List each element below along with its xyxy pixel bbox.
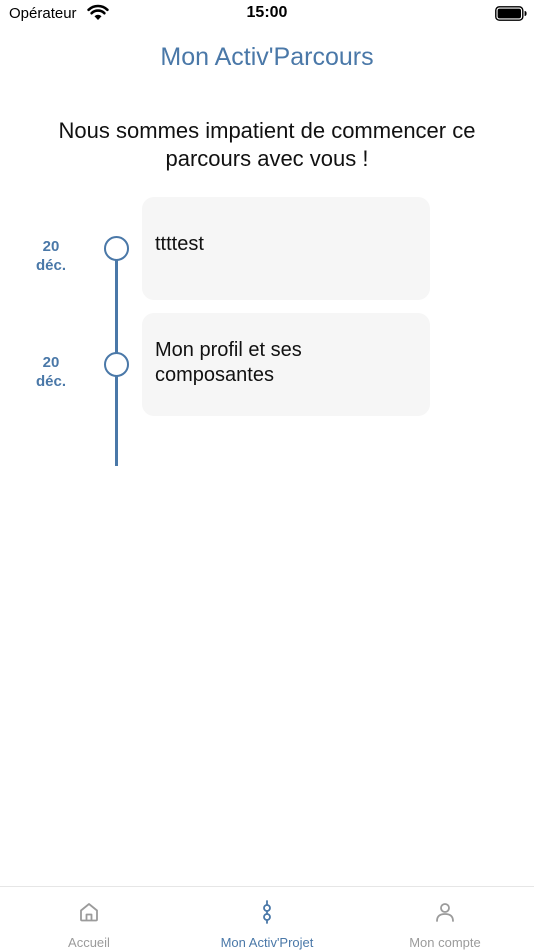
intro-text: Nous sommes impatient de commencer ce pa… [58, 118, 476, 171]
status-time: 15:00 [246, 4, 288, 21]
home-icon [80, 903, 98, 922]
screen: Opérateur 15:00 Mon Activ'Parcours Nous … [0, 0, 534, 950]
battery-icon [495, 6, 527, 21]
step-title: Mon profil et ses composantes [155, 339, 302, 386]
timeline-node-circle [104, 236, 129, 261]
step-card[interactable]: ttttest [142, 197, 430, 300]
step-card[interactable]: Mon profil et ses composantes [142, 313, 430, 416]
tab-label: Accueil [68, 935, 110, 950]
tab-accueil[interactable]: Accueil [0, 887, 178, 950]
step-date-month: déc. [35, 373, 66, 390]
step-title: ttttest [155, 233, 204, 255]
user-icon [436, 903, 454, 922]
step-date: 20 déc. [24, 237, 78, 275]
step-date: 20 déc. [24, 353, 78, 391]
step-date-month: déc. [35, 257, 66, 274]
status-bar: Opérateur 15:00 [0, 0, 534, 30]
path-icon [263, 900, 271, 924]
tab-label: Mon Activ'Projet [220, 935, 314, 950]
tab-mon-compte[interactable]: Mon compte [356, 887, 534, 950]
timeline-node-circle [104, 352, 129, 377]
step-date-day: 20 [42, 354, 60, 371]
tab-mon-activ-projet[interactable]: Mon Activ'Projet [178, 887, 356, 950]
tab-bar: Accueil Mon Activ'Projet Mon compte [0, 886, 534, 950]
step-date-day: 20 [42, 238, 60, 255]
page-title: Mon Activ'Parcours [160, 43, 374, 71]
tab-label: Mon compte [409, 935, 481, 950]
